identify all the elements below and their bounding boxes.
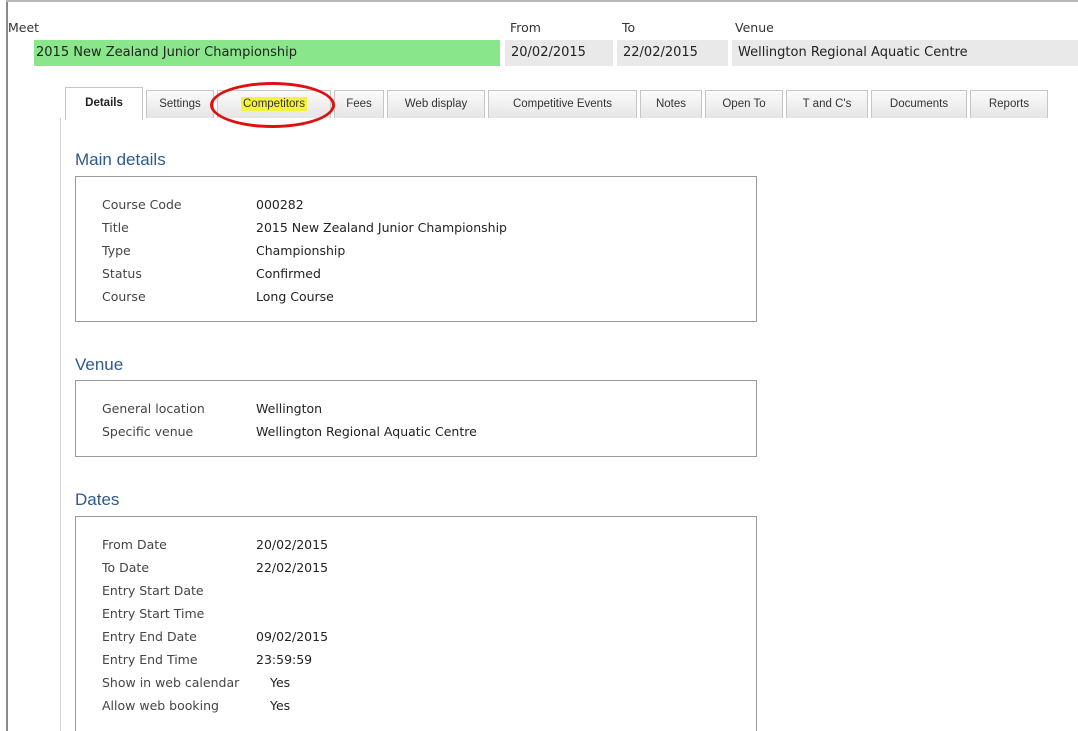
tab-strip: Details Settings Competitors Fees Web di… xyxy=(60,84,1078,121)
detail-row-title: Title 2015 New Zealand Junior Championshi… xyxy=(102,220,507,235)
detail-row-type: Type Championship xyxy=(102,243,346,258)
dates-heading: Dates xyxy=(75,490,120,509)
from-label: From xyxy=(510,20,541,35)
tab-competitors[interactable]: Competitors xyxy=(217,90,331,119)
tab-web-display[interactable]: Web display xyxy=(387,90,485,119)
tab-settings[interactable]: Settings xyxy=(146,90,214,119)
main-details-heading: Main details xyxy=(75,150,166,169)
window-left-border xyxy=(6,0,8,731)
date-row-entry-end-time: Entry End Time 23:59:59 xyxy=(102,652,313,667)
venue-heading: Venue xyxy=(75,355,124,374)
tab-competitive-events[interactable]: Competitive Events xyxy=(488,90,637,119)
date-row-entry-start-time: Entry Start Time xyxy=(102,606,205,621)
venue-label: Venue xyxy=(735,20,774,35)
tab-fees[interactable]: Fees xyxy=(334,90,384,119)
main-details-panel: Course Code 000282 Title 2015 New Zealand … xyxy=(75,176,757,322)
detail-row-status: Status Confirmed xyxy=(102,266,321,281)
tab-notes[interactable]: Notes xyxy=(640,90,702,119)
venue-field[interactable]: Wellington Regional Aquatic Centre xyxy=(732,40,1078,66)
date-row-entry-start-date: Entry Start Date xyxy=(102,583,204,598)
date-row-entry-end-date: Entry End Date 09/02/2015 xyxy=(102,629,329,644)
meet-label: Meet xyxy=(8,20,40,35)
tab-terms-and-conditions[interactable]: T and C's xyxy=(786,90,868,119)
meet-field[interactable]: 2015 New Zealand Junior Championship xyxy=(34,40,500,66)
dates-panel: From Date 20/02/2015 To Date 22/02/2015 En… xyxy=(75,516,757,731)
date-row-from-date: From Date 20/02/2015 xyxy=(102,537,329,552)
from-date-field[interactable]: 20/02/2015 xyxy=(505,40,613,66)
venue-row-general-location: General location Wellington xyxy=(102,401,323,416)
venue-row-specific-venue: Specific venue Wellington Regional Aquati… xyxy=(102,424,477,439)
date-row-to-date: To Date 22/02/2015 xyxy=(102,560,329,575)
tab-open-to[interactable]: Open To xyxy=(705,90,783,119)
detail-row-course: Course Long Course xyxy=(102,289,334,304)
detail-row-course-code: Course Code 000282 xyxy=(102,197,304,212)
tab-documents[interactable]: Documents xyxy=(871,90,967,119)
date-row-show-in-web-calendar: Show in web calendar Yes xyxy=(102,675,291,690)
tab-reports[interactable]: Reports xyxy=(970,90,1048,119)
to-date-field[interactable]: 22/02/2015 xyxy=(617,40,728,66)
window-top-border xyxy=(6,0,1078,2)
venue-panel: General location Wellington Specific venu… xyxy=(75,380,757,457)
date-row-allow-web-booking: Allow web booking Yes xyxy=(102,698,291,713)
to-label: To xyxy=(622,20,636,35)
tab-details[interactable]: Details xyxy=(65,87,143,120)
